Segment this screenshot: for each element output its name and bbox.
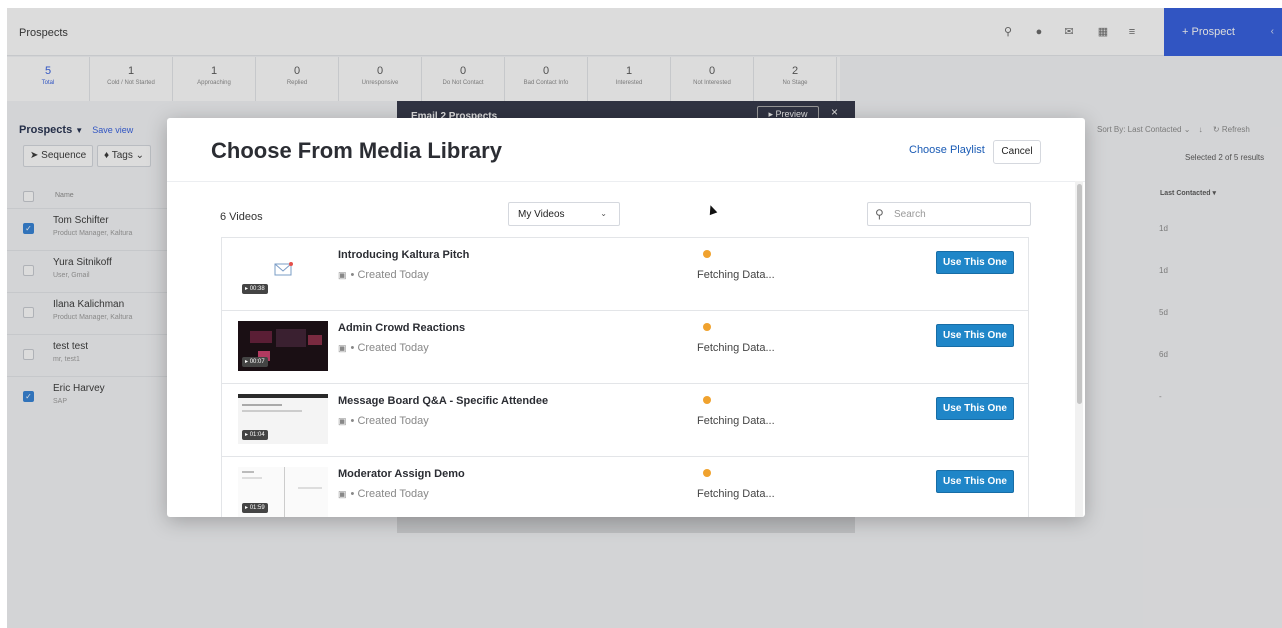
- duration-badge: ▸ 01:59: [242, 503, 268, 513]
- status-dot: [703, 250, 711, 258]
- status-text: Fetching Data...: [697, 488, 775, 500]
- video-thumbnail[interactable]: ▸ 00:38: [238, 248, 328, 298]
- status-dot: [703, 396, 711, 404]
- status-text: Fetching Data...: [697, 415, 775, 427]
- video-title: Introducing Kaltura Pitch: [338, 249, 470, 261]
- status-dot: [703, 323, 711, 331]
- scrollbar-thumb[interactable]: [1077, 184, 1082, 404]
- filter-value: My Videos: [518, 209, 565, 220]
- search-icon: ⚲: [875, 207, 884, 221]
- choose-playlist-link[interactable]: Choose Playlist: [909, 144, 985, 156]
- duration-badge: ▸ 01:04: [242, 430, 268, 440]
- lock-icon: ▣: [338, 489, 347, 499]
- screen: Prospects ⚲ ● ✉ ▦ ≡ + Prospect ‹ 5 Total …: [0, 0, 1282, 628]
- divider: [167, 181, 1085, 182]
- duration-text: 00:38: [249, 286, 265, 292]
- video-filter-select[interactable]: My Videos ⌄: [508, 202, 620, 226]
- list-item: ▸ 01:59 Moderator Assign Demo ▣ • Created…: [221, 456, 1029, 517]
- status-text: Fetching Data...: [697, 269, 775, 281]
- video-title: Moderator Assign Demo: [338, 468, 465, 480]
- list-item: ▸ 01:04 Message Board Q&A - Specific Att…: [221, 383, 1029, 456]
- created-text: Created Today: [357, 342, 429, 354]
- lock-icon: ▣: [338, 416, 347, 426]
- use-this-one-button[interactable]: Use This One: [936, 251, 1014, 274]
- video-list: ▸ 00:38 Introducing Kaltura Pitch ▣ • Cre…: [221, 237, 1029, 517]
- video-count: 6 Videos: [220, 211, 263, 223]
- video-meta: ▣ • Created Today: [338, 415, 429, 427]
- duration-badge: ▸ 00:07: [242, 357, 268, 367]
- use-this-one-button[interactable]: Use This One: [936, 324, 1014, 347]
- created-text: Created Today: [357, 415, 429, 427]
- duration-badge: ▸ 00:38: [242, 284, 268, 294]
- status-dot: [703, 469, 711, 477]
- list-item: ▸ 00:07 Admin Crowd Reactions ▣ • Created…: [221, 310, 1029, 383]
- modal-title: Choose From Media Library: [211, 138, 502, 163]
- video-thumbnail[interactable]: ▸ 00:07: [238, 321, 328, 371]
- list-item: ▸ 00:38 Introducing Kaltura Pitch ▣ • Cre…: [221, 237, 1029, 310]
- video-meta: ▣ • Created Today: [338, 488, 429, 500]
- status-text: Fetching Data...: [697, 342, 775, 354]
- video-thumbnail[interactable]: ▸ 01:04: [238, 394, 328, 444]
- video-meta: ▣ • Created Today: [338, 342, 429, 354]
- video-title: Message Board Q&A - Specific Attendee: [338, 395, 549, 407]
- lock-icon: ▣: [338, 343, 347, 353]
- created-text: Created Today: [357, 269, 429, 281]
- chevron-down-icon: ⌄: [600, 209, 607, 218]
- duration-text: 00:07: [249, 359, 265, 365]
- use-this-one-button[interactable]: Use This One: [936, 397, 1014, 420]
- media-library-modal: Choose From Media Library Choose Playlis…: [167, 118, 1085, 517]
- lock-icon: ▣: [338, 270, 347, 280]
- cancel-button[interactable]: Cancel: [993, 140, 1041, 164]
- duration-text: 01:59: [249, 505, 265, 511]
- app-window: Prospects ⚲ ● ✉ ▦ ≡ + Prospect ‹ 5 Total …: [7, 8, 1282, 628]
- video-thumbnail[interactable]: ▸ 01:59: [238, 467, 328, 517]
- video-title: Admin Crowd Reactions: [338, 322, 466, 334]
- use-this-one-button[interactable]: Use This One: [936, 470, 1014, 493]
- search-input[interactable]: [894, 207, 1024, 222]
- created-text: Created Today: [357, 488, 429, 500]
- search-field[interactable]: ⚲: [867, 202, 1031, 226]
- video-meta: ▣ • Created Today: [338, 269, 429, 281]
- duration-text: 01:04: [249, 432, 265, 438]
